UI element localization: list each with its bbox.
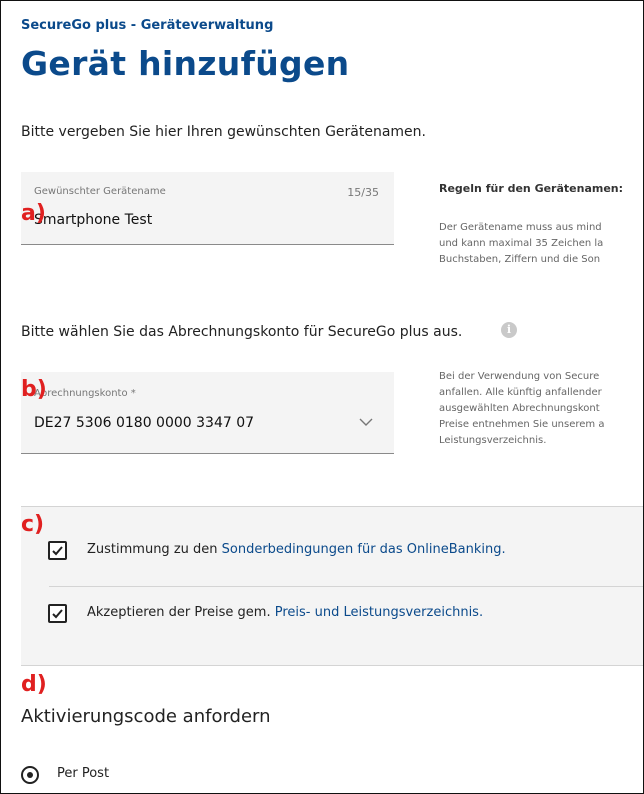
device-name-prompt: Bitte vergeben Sie hier Ihren gewünschte… <box>21 124 426 140</box>
account-prompt: Bitte wählen Sie das Abrechnungskonto fü… <box>21 324 463 340</box>
consent-terms-text: Zustimmung zu den Sonderbedingungen für … <box>87 542 506 557</box>
rules-text: Der Gerätename muss aus mind und kann ma… <box>439 220 603 268</box>
account-note-line: Leistungsverzeichnis. <box>439 435 547 446</box>
account-note-line: Bei der Verwendung von Secure <box>439 371 600 382</box>
billing-account-label: Abrechnungskonto * <box>34 388 136 399</box>
device-name-label: Gewünschter Gerätename <box>34 186 166 197</box>
post-radio-label[interactable]: Per Post <box>57 766 109 781</box>
consent-section: Zustimmung zu den Sonderbedingungen für … <box>21 506 643 666</box>
info-icon[interactable]: i <box>501 322 517 338</box>
consent-divider <box>49 586 643 587</box>
chevron-down-icon <box>359 418 373 426</box>
checkmark-icon <box>52 546 63 556</box>
annotation-marker-a: a) <box>21 201 46 226</box>
rules-line: und kann maximal 35 Zeichen la <box>439 238 604 249</box>
rules-line: Buchstaben, Ziffern und die Son <box>439 254 601 265</box>
radio-selected-dot <box>27 772 33 778</box>
page-frame: SecureGo plus - Geräteverwaltung Gerät h… <box>0 0 644 794</box>
account-note-line: Preise entnehmen Sie unserem a <box>439 419 605 430</box>
accept-prices-text: Akzeptieren der Preise gem. Preis- und L… <box>87 605 483 620</box>
billing-account-value: DE27 5306 0180 0000 3347 07 <box>34 415 255 431</box>
billing-account-select[interactable]: Abrechnungskonto * DE27 5306 0180 0000 3… <box>21 372 394 454</box>
terms-link[interactable]: Sonderbedingungen für das OnlineBanking. <box>222 542 506 557</box>
rules-line: Der Gerätename muss aus mind <box>439 222 602 233</box>
activation-heading: Aktivierungscode anfordern <box>21 706 271 727</box>
accept-prices-prefix: Akzeptieren der Preise gem. <box>87 605 275 620</box>
consent-terms-prefix: Zustimmung zu den <box>87 542 222 557</box>
accept-prices-checkbox[interactable] <box>48 604 67 623</box>
character-counter: 15/35 <box>347 186 379 199</box>
account-note-line: anfallen. Alle künftig anfallender <box>439 387 602 398</box>
consent-terms-checkbox[interactable] <box>48 541 67 560</box>
post-radio[interactable] <box>21 766 39 784</box>
annotation-marker-b: b) <box>21 377 47 402</box>
annotation-marker-c: c) <box>21 512 45 537</box>
checkmark-icon <box>52 609 63 619</box>
page-title: Gerät hinzufügen <box>21 44 350 83</box>
device-name-field[interactable]: Gewünschter Gerätename 15/35 Smartphone … <box>21 172 394 245</box>
account-note: Bei der Verwendung von Secure anfallen. … <box>439 369 604 449</box>
page-subtitle: SecureGo plus - Geräteverwaltung <box>21 18 274 33</box>
rules-title: Regeln für den Gerätenamen: <box>439 182 624 195</box>
account-note-line: ausgewählten Abrechnungskont <box>439 403 600 414</box>
annotation-marker-d: d) <box>21 672 47 697</box>
price-list-link[interactable]: Preis- und Leistungsverzeichnis. <box>275 605 483 620</box>
device-name-input[interactable]: Smartphone Test <box>34 212 152 228</box>
